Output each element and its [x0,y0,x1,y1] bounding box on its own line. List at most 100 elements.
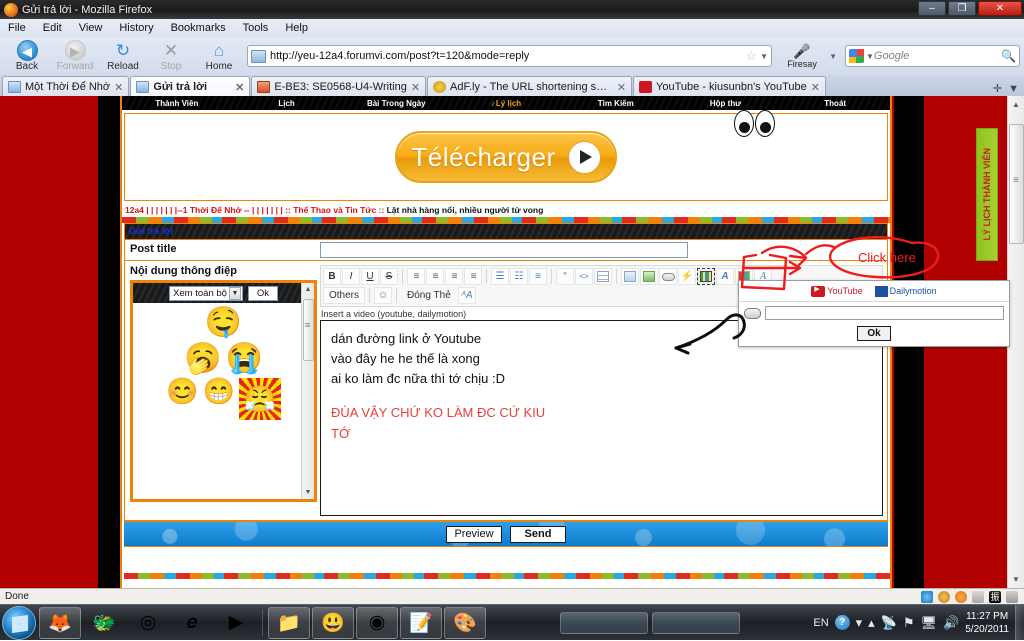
forum-nav-thoat[interactable]: Thoát [780,99,890,108]
message-textarea[interactable]: dán đường link ở Youtube vào đây he he t… [320,320,883,516]
flash-button[interactable]: ⚡ [678,268,696,285]
menu-bookmarks[interactable]: Bookmarks [168,21,229,35]
tray-expand-chevron-icon[interactable]: ▾ [856,615,863,631]
smiley-item[interactable]: 😤 [238,378,281,420]
post-title-input[interactable] [320,242,688,258]
scroll-up-icon[interactable]: ▲ [1008,96,1024,113]
breadcrumb-section[interactable]: :: Thể Thao và Tin Tức :: [285,205,384,215]
network-icon[interactable]: 📡 [881,615,897,631]
youtube-option[interactable]: YouTube [811,285,863,297]
menu-view[interactable]: View [76,21,106,35]
text-format-button[interactable]: ᴬA [457,287,476,304]
tab-e-be3[interactable]: E-BE3: SE0568-U4-Writing ✕ [251,76,427,97]
stop-button[interactable]: ✕ Stop [148,40,194,72]
forum-nav-thanh-vien[interactable]: Thành Viên [122,99,232,108]
insert-table-button[interactable] [594,268,612,285]
scrollbar-thumb[interactable] [303,299,314,361]
smiley-scrollbar[interactable]: ▲ ▼ [301,283,314,499]
bold-button[interactable]: B [323,268,341,285]
tray-cn-icon[interactable]: 振 [989,590,1001,603]
close-icon[interactable]: ✕ [114,81,123,94]
close-icon[interactable]: ✕ [811,81,820,94]
video-ok-button[interactable]: Ok [857,326,891,341]
underline-button[interactable]: U [361,268,379,285]
insert-link-button[interactable] [659,268,677,285]
taskbar-notepad[interactable]: 📝 [400,606,442,639]
close-icon[interactable]: ✕ [617,81,626,94]
taskbar-opera[interactable]: ◉ [356,606,398,639]
scrollbar-thumb[interactable] [1009,124,1024,244]
quote-button[interactable]: “ [556,268,574,285]
menu-file[interactable]: File [5,21,29,35]
align-right-button[interactable]: ≡ [445,268,463,285]
dailymotion-option[interactable]: Dailymotion [874,285,937,297]
volume-icon[interactable]: 🔊 [943,615,959,631]
smiley-button[interactable]: ☺ [374,287,393,304]
italic-button[interactable]: I [342,268,360,285]
back-button[interactable]: ◀ Back [4,40,50,72]
taskbar-paint[interactable]: 🎨 [444,606,486,639]
scroll-down-icon[interactable]: ▼ [302,486,314,499]
taskbar-clock[interactable]: 11:27 PM 5/20/2011 [965,610,1011,636]
forum-nav-ly-lich[interactable]: ♪Lý lịch [451,99,561,108]
video-url-input[interactable] [765,306,1004,320]
taskbar-media-player[interactable]: ▶ [215,607,257,639]
numbered-list-button[interactable]: ☷ [510,268,528,285]
strike-button[interactable]: S [380,268,398,285]
bookmark-star-icon[interactable]: ☆ [746,48,758,64]
action-center-icon[interactable]: ⚑ [903,615,915,631]
search-engine-chevron-icon[interactable]: ▼ [866,52,874,61]
insert-image-button[interactable] [621,268,639,285]
close-button[interactable]: ✕ [978,1,1022,16]
taskbar-explorer[interactable]: 📁 [268,606,310,639]
tray-shield-icon[interactable] [938,590,950,603]
forward-button[interactable]: ▶ Forward [52,40,98,72]
monitor-icon[interactable]: 🖥 [921,615,938,631]
close-icon[interactable]: ✕ [235,81,244,94]
search-input[interactable]: Google [874,50,1001,62]
taskbar-window-item[interactable] [560,611,649,634]
smiley-category-select[interactable]: Xem toàn bộ ▼ [169,285,243,301]
firesay-button[interactable]: 🎤 Firesay [777,43,827,69]
new-tab-icon[interactable]: ✛ [993,82,1002,95]
forum-nav-hop-thu[interactable]: Hộp thư [671,99,781,108]
preview-button[interactable]: Preview [446,526,502,543]
forum-nav-lich[interactable]: Lịch [232,99,342,108]
minimize-button[interactable]: – [918,1,946,16]
breadcrumb-topic[interactable]: Lật nhà hàng nổi, nhiều người tử vong [387,205,544,215]
search-bar[interactable]: ▼ Google 🔍 [845,45,1020,67]
member-profile-tab[interactable]: LÝ LỊCH THÀNH VIÊN [976,128,998,261]
smiley-item[interactable]: 😁 [203,377,235,420]
taskbar-yahoo-messenger[interactable]: 😃 [312,606,354,639]
scroll-up-icon[interactable]: ▲ [302,283,314,296]
forum-nav-tim-kiem[interactable]: Tìm Kiếm [561,99,671,108]
start-button[interactable] [2,605,36,640]
taskbar-firefox[interactable]: 🦊 [39,606,81,639]
smiley-item[interactable]: 🤤 [205,307,242,339]
tray-download-icon[interactable] [955,590,967,603]
telecharger-button[interactable]: Télécharger [395,131,617,183]
reload-button[interactable]: ↻ Reload [100,40,146,72]
menu-edit[interactable]: Edit [40,21,65,35]
tray-tool-icon[interactable] [972,590,984,603]
taskbar-chrome[interactable]: ◎ [127,607,169,639]
show-desktop-button[interactable] [1015,604,1024,641]
menu-tools[interactable]: Tools [240,21,272,35]
others-button[interactable]: Others [323,287,366,304]
forum-nav-bai-trong-ngay[interactable]: Bài Trong Ngày [341,99,451,108]
close-icon[interactable]: ✕ [411,81,420,94]
close-tags-button[interactable]: Đóng Thẻ [401,287,457,304]
code-button[interactable]: <> [575,268,593,285]
justify-button[interactable]: ≡ [464,268,482,285]
tab-mot-thoi-de-nho[interactable]: Một Thời Để Nhớ ✕ [2,76,130,97]
tray-plugin-icon[interactable] [1006,590,1018,603]
smiley-item[interactable]: 🥱 [184,342,221,375]
chevron-down-icon[interactable]: ▼ [228,286,241,300]
breadcrumb-root[interactable]: 12a4 | | | | | | |--1 Thời Để Nhớ -- | |… [125,205,283,215]
font-style-button[interactable]: A [716,268,734,285]
align-left-button[interactable]: ≡ [407,268,425,285]
maximize-button[interactable]: ❐ [948,1,976,16]
tab-youtube[interactable]: YouTube - kiusunbn's YouTube ✕ [633,76,826,97]
tab-adfly[interactable]: AdF.ly - The URL shortening servic... ✕ [427,76,633,97]
send-button[interactable]: Send [510,526,566,543]
